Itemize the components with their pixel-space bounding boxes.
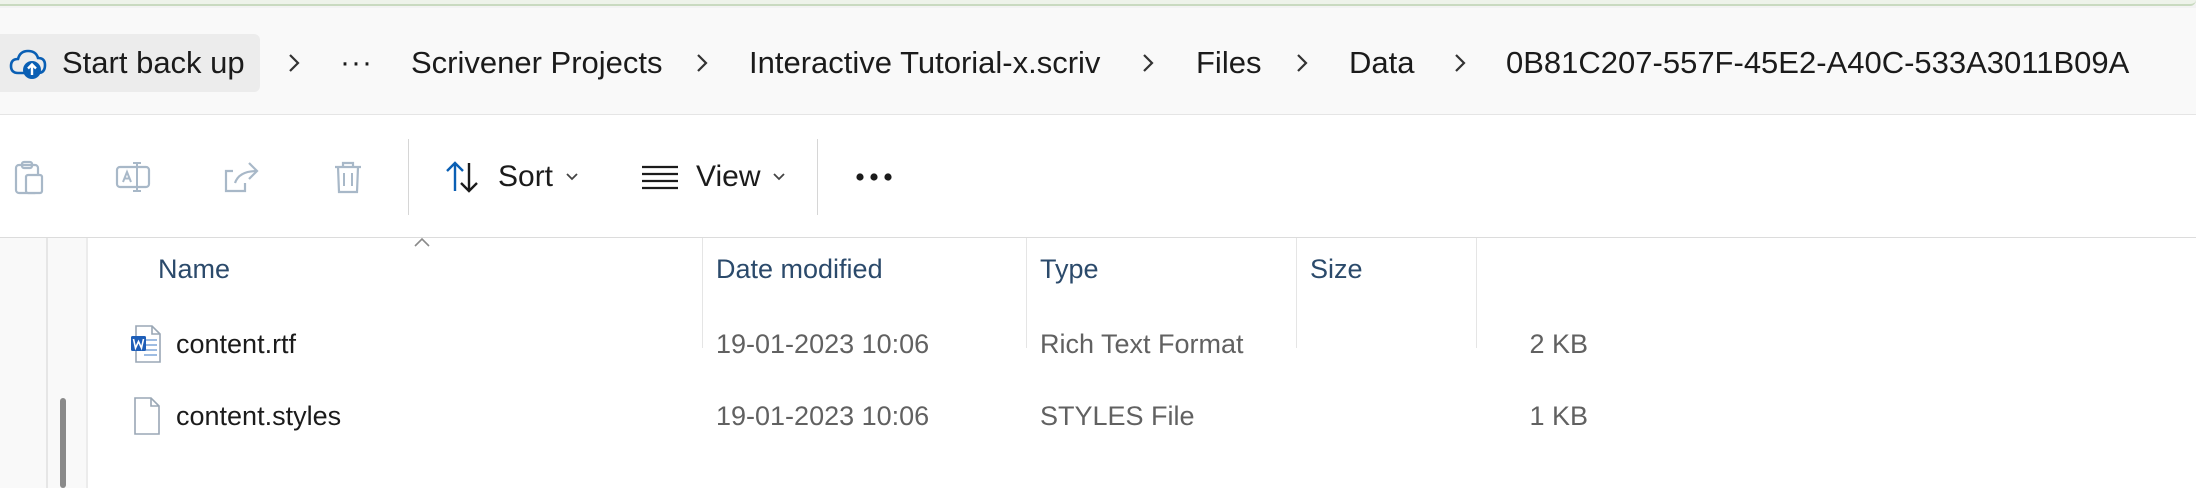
breadcrumb-label: Start back up	[62, 45, 245, 80]
breadcrumb-label: Files	[1196, 45, 1262, 80]
cloud-upload-icon	[9, 49, 47, 79]
file-type: Rich Text Format	[1040, 328, 1244, 359]
nav-scrollbar-thumb[interactable]	[60, 398, 66, 488]
paste-button[interactable]	[0, 149, 56, 205]
breadcrumb: Start back up ··· Scrivener Projects Int…	[0, 8, 2196, 114]
breadcrumb-overflow-button[interactable]: ···	[340, 34, 373, 92]
chevron-right-icon[interactable]	[1292, 34, 1312, 92]
navigation-pane	[0, 238, 88, 488]
breadcrumb-item-scrivener-projects[interactable]: Scrivener Projects	[411, 34, 663, 92]
chevron-right-icon[interactable]	[1138, 34, 1158, 92]
view-button[interactable]: View	[640, 145, 786, 209]
breadcrumb-label: Interactive Tutorial-x.scriv	[749, 45, 1101, 80]
file-name: content.styles	[176, 400, 342, 431]
breadcrumb-label: Scrivener Projects	[411, 45, 663, 80]
rename-button[interactable]	[105, 149, 161, 205]
column-header-size[interactable]: Size	[1296, 238, 1476, 300]
blank-file-icon	[134, 397, 160, 435]
paste-icon	[14, 160, 44, 195]
breadcrumb-item-start-back-up[interactable]: Start back up	[0, 34, 260, 92]
share-icon	[224, 162, 259, 193]
rename-icon	[115, 162, 151, 192]
chevron-right-icon[interactable]	[692, 34, 712, 92]
chevron-down-icon	[566, 173, 578, 181]
column-header-date-modified[interactable]: Date modified	[702, 238, 1026, 300]
window-top-edge	[0, 0, 2196, 8]
toolbar-divider	[817, 139, 818, 215]
breadcrumb-label: Data	[1349, 45, 1415, 80]
more-options-button[interactable]	[850, 145, 898, 209]
sort-icon	[446, 161, 478, 193]
chevron-right-icon[interactable]	[1450, 34, 1470, 92]
sort-button[interactable]: Sort	[442, 145, 579, 209]
nav-scrollbar-track	[46, 238, 48, 488]
column-header-type[interactable]: Type	[1026, 238, 1298, 300]
breadcrumb-item-interactive-tutorial[interactable]: Interactive Tutorial-x.scriv	[749, 34, 1100, 92]
delete-button[interactable]	[320, 149, 376, 205]
more-horizontal-icon	[856, 173, 892, 181]
chevron-right-icon[interactable]	[284, 34, 304, 92]
trash-icon	[335, 161, 361, 194]
file-date: 19-01-2023 10:06	[716, 328, 930, 359]
view-list-icon	[642, 165, 678, 190]
file-type: STYLES File	[1040, 400, 1195, 431]
file-name: content.rtf	[176, 328, 297, 359]
breadcrumb-item-data[interactable]: Data	[1349, 34, 1414, 92]
sort-label: Sort	[498, 160, 554, 193]
view-label: View	[696, 160, 761, 193]
breadcrumb-item-current-folder[interactable]: 0B81C207-557F-45E2-A40C-533A3011B09A	[1506, 34, 2129, 92]
command-bar: Sort View	[0, 114, 2196, 238]
word-document-icon	[131, 325, 161, 363]
table-row[interactable]: content.styles 19-01-2023 10:06 STYLES F…	[130, 383, 1588, 449]
chevron-down-icon	[773, 173, 786, 181]
file-size: 2 KB	[1529, 328, 1588, 359]
share-button[interactable]	[213, 149, 269, 205]
tab-edge	[0, 0, 2196, 6]
file-date: 19-01-2023 10:06	[716, 400, 930, 431]
toolbar-divider	[408, 139, 409, 215]
breadcrumb-item-files[interactable]: Files	[1196, 34, 1261, 92]
file-size: 1 KB	[1529, 400, 1588, 431]
column-header-name[interactable]: Name	[144, 238, 690, 300]
file-name-cell: content.rtf	[130, 311, 296, 377]
breadcrumb-label: 0B81C207-557F-45E2-A40C-533A3011B09A	[1506, 45, 2130, 80]
column-header-row: Name Date modified Type Size	[88, 238, 2196, 348]
table-row[interactable]: content.rtf 19-01-2023 10:06 Rich Text F…	[130, 311, 1588, 377]
file-name-cell: content.styles	[130, 383, 341, 449]
